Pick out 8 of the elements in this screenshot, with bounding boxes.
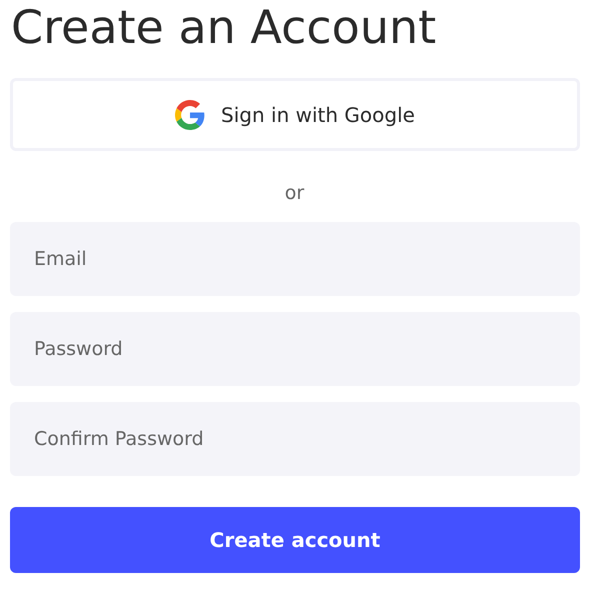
divider-label: or xyxy=(284,181,304,206)
text-field[interactable]: Confirm Password xyxy=(10,402,580,476)
google-logo-icon xyxy=(175,100,206,130)
google-sign-in-button[interactable]: Sign in with Google xyxy=(10,78,580,151)
text-field[interactable]: Email xyxy=(10,222,580,296)
page-title: Create an Account xyxy=(11,0,438,55)
text-field[interactable]: Password xyxy=(10,312,580,386)
create-account-button[interactable]: Create account xyxy=(10,506,580,572)
